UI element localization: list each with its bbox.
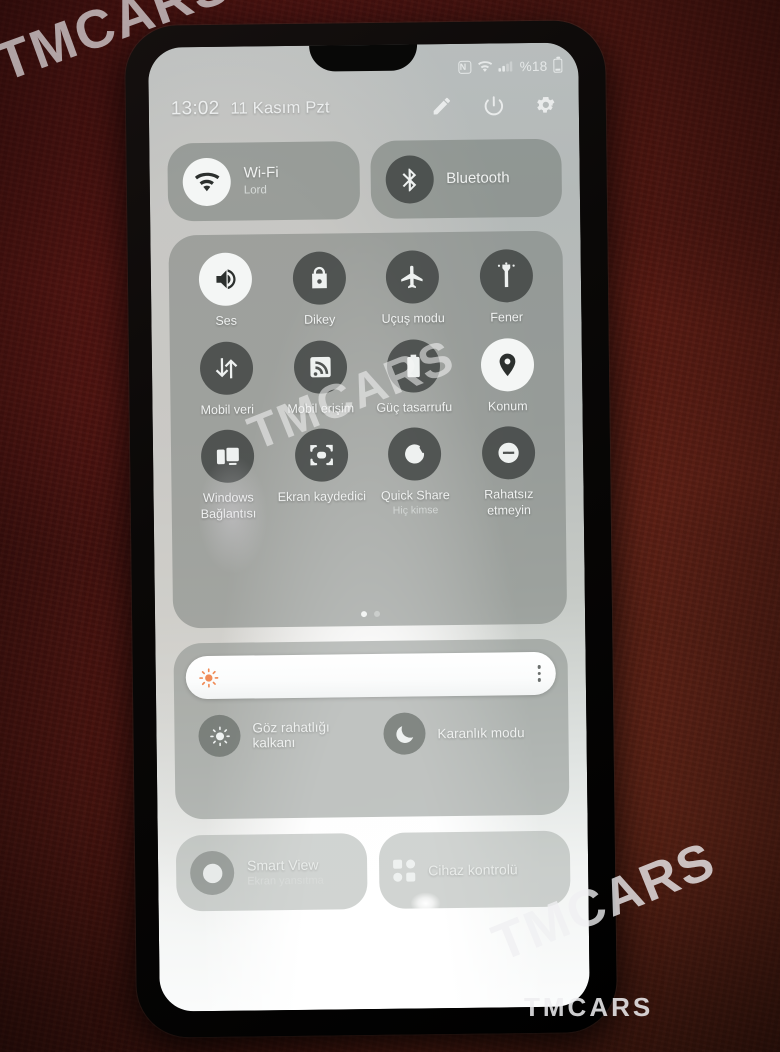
quick-tiles-row-1: Ses Dikey Uçuş modu Fener <box>179 249 554 330</box>
bottom-cards-row: Smart View Ekran yansıtma Cihaz kontrolü <box>175 830 571 912</box>
tile-label: Güç tasarrufu <box>376 399 453 415</box>
bluetooth-tile[interactable]: Bluetooth <box>369 138 563 219</box>
signal-icon <box>498 60 513 72</box>
clock-label: 13:02 <box>170 97 220 120</box>
tile-label: Windows Bağlantısı <box>200 490 257 521</box>
wifi-status-icon <box>478 60 493 72</box>
wifi-tile-text: Wi-Fi Lord <box>244 164 279 198</box>
link-to-windows-icon <box>201 429 255 484</box>
bluetooth-tile-label: Bluetooth <box>446 168 510 187</box>
tile-ses[interactable]: Ses <box>179 252 273 330</box>
airplane-icon <box>385 250 440 304</box>
tile-quick-share[interactable]: Quick Share Hiç kimse <box>368 427 463 520</box>
brightness-slider[interactable] <box>185 651 557 700</box>
wifi-tile-sublabel: Lord <box>243 184 267 197</box>
dark-mode-moon-icon <box>383 712 426 755</box>
phone-screen: N %18 13:02 11 Kasım Pzt Wi-Fi Lord Blue… <box>148 42 590 1012</box>
tile-label: Fener <box>490 310 524 325</box>
wifi-tile[interactable]: Wi-Fi Lord <box>167 141 360 222</box>
kebab-menu-icon[interactable] <box>537 665 541 682</box>
tile-label: Mobil erişim <box>287 400 355 416</box>
bluetooth-icon <box>384 155 434 204</box>
wifi-tile-label: Wi-Fi <box>243 164 279 182</box>
page-dot[interactable] <box>373 610 380 617</box>
quick-tiles-panel: Ses Dikey Uçuş modu Fener Mobil veri Mob… <box>168 230 568 629</box>
status-bar: N %18 <box>148 48 578 87</box>
tile-label: Uçuş modu <box>381 311 445 326</box>
brightness-sun-icon <box>199 667 219 688</box>
tile-ekran-kaydedici[interactable]: Ekran kaydedici <box>274 428 369 521</box>
hotspot-icon <box>293 339 348 394</box>
header-actions <box>431 94 561 118</box>
quick-share-icon <box>388 427 442 481</box>
date-label: 11 Kasım Pzt <box>230 98 330 118</box>
tile-guc-tasarrufu[interactable]: Güç tasarrufu <box>367 338 461 416</box>
tile-windows-baglantisi[interactable]: Windows Bağlantısı <box>181 429 276 522</box>
location-pin-icon <box>480 337 535 392</box>
smart-view-label: Smart View <box>247 856 319 874</box>
tile-konum[interactable]: Konum <box>460 337 554 415</box>
clock-and-date: 13:02 11 Kasım Pzt <box>171 96 330 120</box>
tile-label: Mobil veri <box>200 401 255 417</box>
battery-icon <box>553 58 563 73</box>
volume-icon <box>198 252 253 307</box>
brightness-toggles-row: Göz rahatlığı kalkanı Karanlık modu <box>186 711 556 758</box>
wifi-icon <box>182 157 232 207</box>
phone-device: N %18 13:02 11 Kasım Pzt Wi-Fi Lord Blue… <box>124 20 618 1038</box>
connectivity-tiles-row: Wi-Fi Lord Bluetooth <box>167 138 563 222</box>
quick-tiles-row-3: Windows Bağlantısı Ekran kaydedici Quick… <box>181 425 556 523</box>
tile-sublabel: Hiç kimse <box>392 503 439 517</box>
smart-view-text: Smart View Ekran yansıtma <box>247 855 324 888</box>
page-dot-active[interactable] <box>360 611 367 618</box>
tile-label: Ses <box>215 313 238 328</box>
tile-rahatsiz-etmeyin[interactable]: Rahatsız etmeyin <box>461 425 556 519</box>
power-icon[interactable] <box>483 94 505 116</box>
rotation-lock-icon <box>292 251 347 305</box>
camera-flash-glare <box>310 927 348 954</box>
tile-mobil-veri[interactable]: Mobil veri <box>180 340 274 419</box>
toggle-karanlik-modu[interactable]: Karanlık modu <box>371 711 556 755</box>
tile-dikey[interactable]: Dikey <box>272 251 366 329</box>
battery-percent-label: %18 <box>519 58 548 74</box>
settings-gear-icon[interactable] <box>535 94 557 116</box>
device-control-text: Cihaz kontrolü <box>428 860 518 879</box>
tile-label: Konum <box>487 398 528 414</box>
tile-fener[interactable]: Fener <box>459 249 553 327</box>
brightness-panel: Göz rahatlığı kalkanı Karanlık modu <box>173 638 570 820</box>
eye-comfort-shield-icon <box>198 714 241 758</box>
tile-label: Dikey <box>303 312 336 327</box>
nfc-icon: N <box>458 60 472 74</box>
tile-mobil-erisim[interactable]: Mobil erişim <box>273 339 367 418</box>
toggle-label: Göz rahatlığı kalkanı <box>252 719 330 751</box>
power-saving-icon <box>386 338 441 393</box>
screen-recorder-icon <box>294 428 349 482</box>
device-control-grid-icon <box>393 859 416 882</box>
toggle-label: Karanlık modu <box>437 724 525 741</box>
mobile-data-icon <box>199 340 254 395</box>
device-control-card[interactable]: Cihaz kontrolü <box>378 830 571 909</box>
tile-ucus-modu[interactable]: Uçuş modu <box>366 250 460 328</box>
bluetooth-tile-text: Bluetooth <box>446 169 510 189</box>
phone-screen-bezel: N %18 13:02 11 Kasım Pzt Wi-Fi Lord Blue… <box>148 42 590 1012</box>
toggle-goz-rahatligi-kalkani[interactable]: Göz rahatlığı kalkanı <box>186 713 371 758</box>
device-control-label: Cihaz kontrolü <box>428 861 518 879</box>
quick-settings-header: 13:02 11 Kasım Pzt <box>149 84 579 129</box>
tile-label: Quick Share <box>380 488 450 503</box>
smart-view-sublabel: Ekran yansıtma <box>247 874 324 888</box>
quick-tiles-row-2: Mobil veri Mobil erişim Güç tasarrufu Ko… <box>180 337 555 418</box>
tile-label: Ekran kaydedici <box>277 489 367 505</box>
do-not-disturb-icon <box>481 425 536 480</box>
edit-icon[interactable] <box>431 95 453 117</box>
flashlight-icon <box>479 249 533 303</box>
smart-view-icon <box>189 850 235 896</box>
tile-label: Rahatsız etmeyin <box>484 487 534 518</box>
smart-view-card[interactable]: Smart View Ekran yansıtma <box>175 833 368 912</box>
page-indicator <box>173 609 567 620</box>
